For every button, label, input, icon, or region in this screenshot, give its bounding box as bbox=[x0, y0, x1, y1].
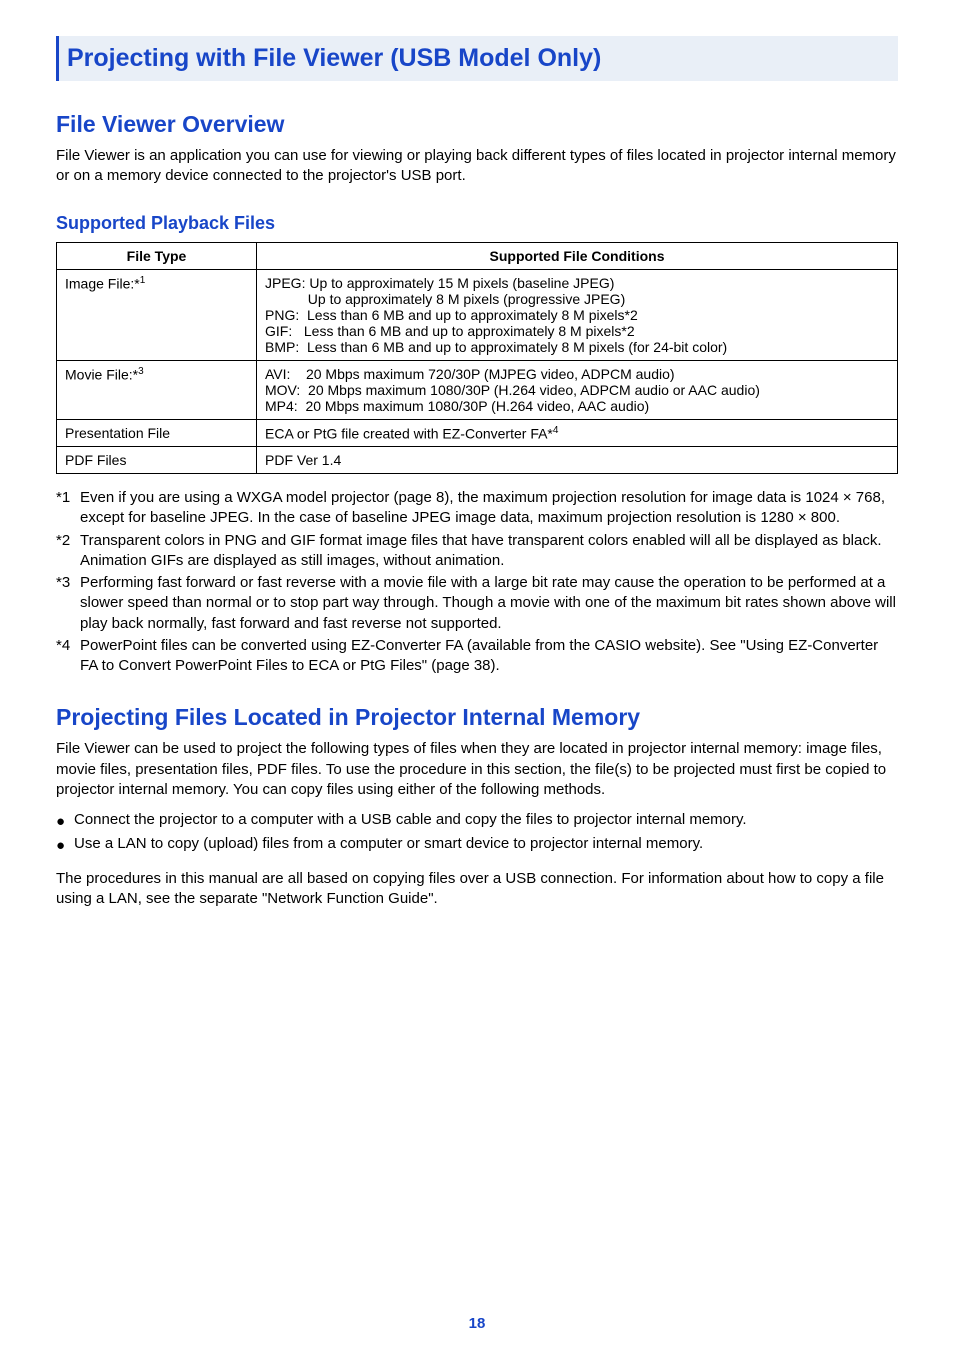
bullet-icon: ● bbox=[56, 834, 74, 856]
list-item-text: Use a LAN to copy (upload) files from a … bbox=[74, 834, 703, 856]
table-row: Image File:*1 JPEG: Up to approximately … bbox=[57, 269, 898, 360]
footnote-marker: *1 bbox=[56, 488, 80, 529]
section-projecting-internal-memory: Projecting Files Located in Projector In… bbox=[56, 704, 898, 909]
table-row: Movie File:*3 AVI: 20 Mbps maximum 720/3… bbox=[57, 360, 898, 419]
cell-filetype: PDF Files bbox=[57, 447, 257, 474]
cell-filetype: Movie File:*3 bbox=[57, 360, 257, 419]
list-item: ● Use a LAN to copy (upload) files from … bbox=[56, 834, 898, 856]
bullet-list: ● Connect the projector to a computer wi… bbox=[56, 810, 898, 857]
cell-conditions: AVI: 20 Mbps maximum 720/30P (MJPEG vide… bbox=[257, 360, 898, 419]
page-title: Projecting with File Viewer (USB Model O… bbox=[67, 44, 601, 72]
table-header-row: File Type Supported File Conditions bbox=[57, 242, 898, 269]
list-item-text: Connect the projector to a computer with… bbox=[74, 810, 747, 832]
footnote-text: Even if you are using a WXGA model proje… bbox=[80, 488, 898, 529]
footnote-text: PowerPoint files can be converted using … bbox=[80, 636, 898, 677]
footnote-text: Transparent colors in PNG and GIF format… bbox=[80, 531, 898, 572]
cell-filetype: Presentation File bbox=[57, 419, 257, 447]
list-item: ● Connect the projector to a computer wi… bbox=[56, 810, 898, 832]
heading-supported-files: Supported Playback Files bbox=[56, 213, 898, 234]
footnotes: *1 Even if you are using a WXGA model pr… bbox=[56, 488, 898, 676]
table-header-conditions: Supported File Conditions bbox=[257, 242, 898, 269]
footnote: *2 Transparent colors in PNG and GIF for… bbox=[56, 531, 898, 572]
footnote-marker: *4 bbox=[56, 636, 80, 677]
footnote: *3 Performing fast forward or fast rever… bbox=[56, 573, 898, 634]
footnote-marker: *2 bbox=[56, 531, 80, 572]
cell-conditions: PDF Ver 1.4 bbox=[257, 447, 898, 474]
cell-conditions: ECA or PtG file created with EZ-Converte… bbox=[257, 419, 898, 447]
heading-overview: File Viewer Overview bbox=[56, 111, 898, 138]
paragraph-internal-1: File Viewer can be used to project the f… bbox=[56, 739, 898, 800]
page-title-band: Projecting with File Viewer (USB Model O… bbox=[56, 36, 898, 81]
table-header-filetype: File Type bbox=[57, 242, 257, 269]
section-file-viewer-overview: File Viewer Overview File Viewer is an a… bbox=[56, 111, 898, 676]
table-row: PDF Files PDF Ver 1.4 bbox=[57, 447, 898, 474]
footnote: *1 Even if you are using a WXGA model pr… bbox=[56, 488, 898, 529]
footnote-marker: *3 bbox=[56, 573, 80, 634]
page-number: 18 bbox=[0, 1315, 954, 1332]
supported-files-table: File Type Supported File Conditions Imag… bbox=[56, 242, 898, 475]
cell-filetype: Image File:*1 bbox=[57, 269, 257, 360]
paragraph-internal-2: The procedures in this manual are all ba… bbox=[56, 869, 898, 910]
paragraph-overview: File Viewer is an application you can us… bbox=[56, 146, 898, 187]
heading-projecting-internal: Projecting Files Located in Projector In… bbox=[56, 704, 898, 731]
table-row: Presentation File ECA or PtG file create… bbox=[57, 419, 898, 447]
bullet-icon: ● bbox=[56, 810, 74, 832]
footnote-text: Performing fast forward or fast reverse … bbox=[80, 573, 898, 634]
footnote: *4 PowerPoint files can be converted usi… bbox=[56, 636, 898, 677]
cell-conditions: JPEG: Up to approximately 15 M pixels (b… bbox=[257, 269, 898, 360]
